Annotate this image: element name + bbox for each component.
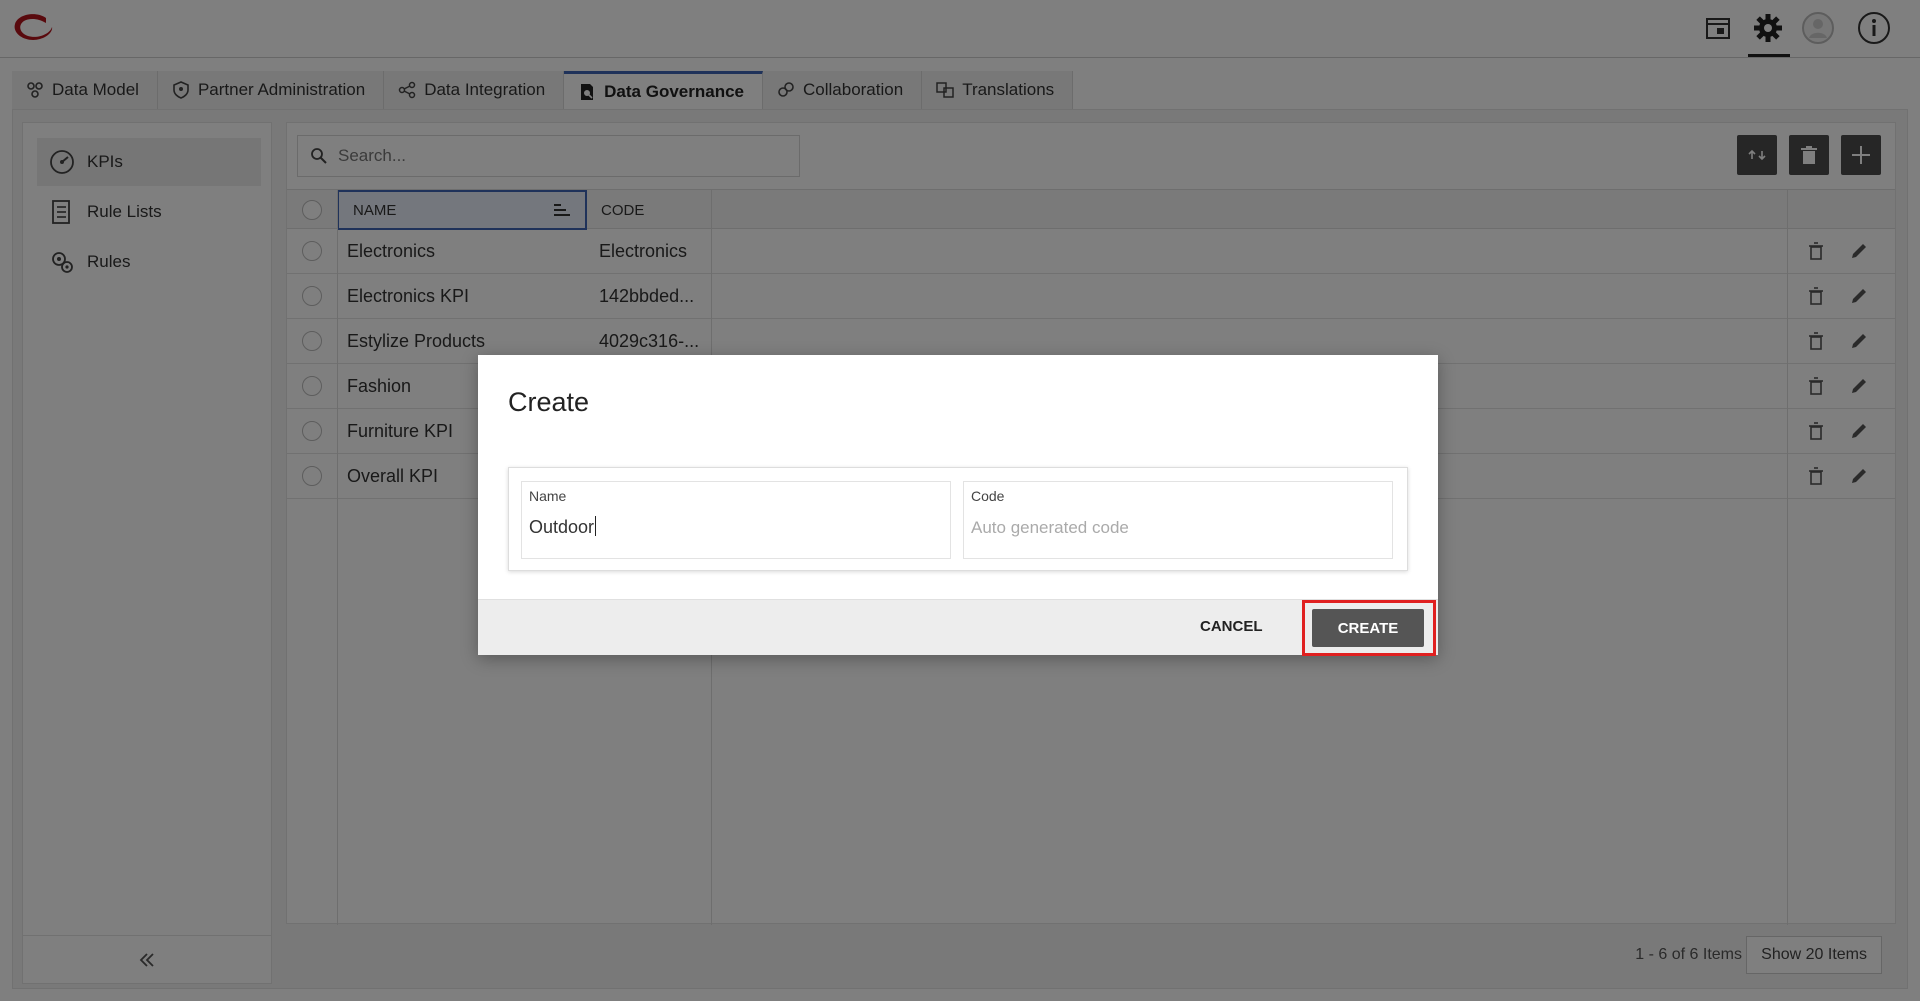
name-value: Outdoor	[529, 517, 595, 537]
name-label: Name	[529, 488, 567, 504]
create-dialog: Create Name Outdoor Code Auto generated …	[478, 355, 1438, 656]
code-label: Code	[971, 488, 1005, 504]
cancel-button[interactable]: CANCEL	[1200, 618, 1263, 635]
text-caret	[595, 516, 597, 536]
code-field[interactable]: Code Auto generated code	[963, 481, 1393, 559]
create-button-highlight: CREATE	[1302, 600, 1436, 656]
create-button-label: CREATE	[1337, 619, 1399, 637]
name-field[interactable]: Name Outdoor	[521, 481, 951, 559]
name-input[interactable]: Outdoor	[529, 516, 597, 538]
create-button[interactable]: CREATE	[1312, 609, 1424, 647]
dialog-footer: CANCEL CREATE	[478, 599, 1438, 656]
dialog-title: Create	[508, 387, 590, 417]
code-input-placeholder: Auto generated code	[971, 518, 1129, 537]
create-form: Name Outdoor Code Auto generated code	[508, 467, 1408, 571]
